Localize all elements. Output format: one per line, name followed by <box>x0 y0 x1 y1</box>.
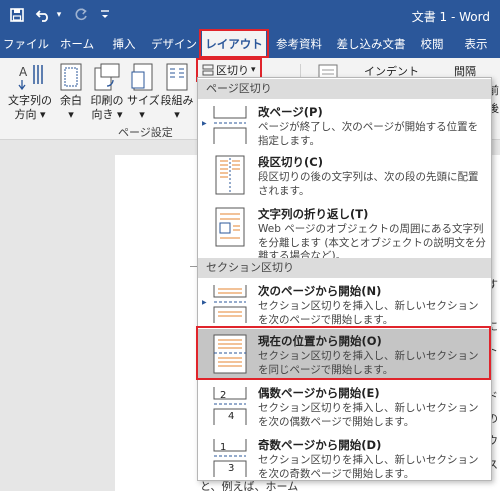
title-bar: ▾ 文書 1 - Word <box>0 0 500 30</box>
page-setup-group-label: ページ設定 <box>118 126 173 139</box>
tab-home[interactable]: ホーム <box>54 30 100 58</box>
next-page-title: 次のページから開始(N) <box>258 284 382 298</box>
even-page-section-icon: 24 <box>213 387 247 425</box>
menu-item-text-wrapping[interactable]: 文字列の折り返し(T) Web ページのオブジェクトの周囲にある文字列を分離しま… <box>198 202 491 262</box>
page-break-icon <box>213 106 247 144</box>
save-icon[interactable] <box>8 6 26 24</box>
orientation-icon <box>94 63 120 91</box>
breaks-dropdown-menu: ページ区切り ▶ 改ページ(P) ページが終了し、次のページが開始する位置を指定… <box>197 77 492 481</box>
breaks-caret-icon: ▾ <box>251 65 256 75</box>
tab-file[interactable]: ファイル <box>0 30 52 58</box>
tab-review[interactable]: 校閲 <box>412 30 452 58</box>
tab-mailings[interactable]: 差し込み文書 <box>334 30 408 58</box>
menu-item-even-page[interactable]: 24 偶数ページから開始(E) セクション区切りを挿入し、新しいセクションを次の… <box>198 381 491 431</box>
text-direction-icon: A <box>18 65 43 91</box>
column-break-title: 段区切り(C) <box>258 155 323 169</box>
tab-references[interactable]: 参考資料 <box>270 30 328 58</box>
margins-button[interactable]: 余白 ▾ <box>56 62 86 122</box>
window-title: 文書 1 - Word <box>411 10 490 24</box>
section-header-page-breaks: ページ区切り <box>198 79 491 99</box>
size-button[interactable]: サイズ ▾ <box>127 62 160 122</box>
next-page-section-icon <box>213 285 247 323</box>
continuous-description: セクション区切りを挿入し、新しいセクションを同じページで開始します。 <box>258 350 479 376</box>
redo-icon[interactable] <box>72 6 90 24</box>
orientation-label-1: 印刷の <box>90 94 124 107</box>
page-break-title: 改ページ(P) <box>258 105 323 119</box>
text-direction-label-2: 方向 ▾ <box>14 108 46 121</box>
column-break-icon <box>215 155 245 195</box>
arrow-marker-icon: ▶ <box>202 299 207 306</box>
even-page-number-a: 2 <box>220 390 226 401</box>
tab-layout[interactable]: レイアウト <box>202 30 266 58</box>
odd-page-section-icon: 13 <box>213 439 247 477</box>
customize-toolbar-icon[interactable] <box>98 6 112 24</box>
text-wrapping-icon <box>215 207 245 247</box>
columns-button[interactable]: 段組み ▾ <box>159 62 195 122</box>
menu-item-continuous[interactable]: 現在の位置から開始(O) セクション区切りを挿入し、新しいセクションを同じページ… <box>198 329 491 379</box>
menu-item-column-break[interactable]: 段区切り(C) 段区切りの後の文字列は、次の段の先頭に配置されます。 <box>198 150 491 200</box>
text-direction-label-1: 文字列の <box>8 94 52 107</box>
menu-item-page-break[interactable]: ▶ 改ページ(P) ページが終了し、次のページが開始する位置を指定します。 <box>198 100 491 148</box>
size-icon <box>131 63 153 91</box>
tab-design[interactable]: デザイン <box>148 30 200 58</box>
page-break-description: ページが終了し、次のページが開始する位置を指定します。 <box>258 121 479 147</box>
undo-dropdown-icon[interactable]: ▾ <box>54 6 64 24</box>
column-break-description: 段区切りの後の文字列は、次の段の先頭に配置されます。 <box>258 171 479 197</box>
columns-icon <box>166 63 188 91</box>
size-label-1: サイズ <box>127 94 160 107</box>
svg-text:A: A <box>19 65 28 79</box>
text-direction-button[interactable]: A 文字列の 方向 ▾ <box>4 62 56 122</box>
margins-label-1: 余白 <box>60 94 82 107</box>
margins-icon <box>60 63 82 91</box>
odd-page-number-a: 1 <box>220 442 226 453</box>
tab-insert[interactable]: 挿入 <box>104 30 144 58</box>
margins-label-2: ▾ <box>68 108 74 121</box>
columns-label-2: ▾ <box>174 108 180 121</box>
menu-item-odd-page[interactable]: 13 奇数ページから開始(D) セクション区切りを挿入し、新しいセクションを次の… <box>198 433 491 481</box>
odd-page-title: 奇数ページから開始(D) <box>258 438 382 452</box>
odd-page-number-b: 3 <box>228 463 234 474</box>
text-wrapping-title: 文字列の折り返し(T) <box>258 207 369 221</box>
breaks-icon <box>202 64 214 76</box>
section-header-section-breaks: セクション区切り <box>198 258 491 278</box>
breaks-label: 区切り <box>216 64 249 77</box>
even-page-description: セクション区切りを挿入し、新しいセクションを次の偶数ページで開始します。 <box>258 402 479 428</box>
even-page-title: 偶数ページから開始(E) <box>258 386 380 400</box>
orientation-label-2: 向き ▾ <box>91 108 123 121</box>
odd-page-description: セクション区切りを挿入し、新しいセクションを次の奇数ページで開始します。 <box>258 454 479 480</box>
columns-label-1: 段組み <box>160 94 194 107</box>
continuous-section-icon <box>213 334 247 374</box>
tab-view[interactable]: 表示 <box>456 30 496 58</box>
undo-icon[interactable] <box>34 6 52 24</box>
even-page-number-b: 4 <box>228 411 234 422</box>
menu-item-next-page[interactable]: ▶ 次のページから開始(N) セクション区切りを挿入し、新しいセクションを次のペ… <box>198 279 491 327</box>
next-page-description: セクション区切りを挿入し、新しいセクションを次のページで開始します。 <box>258 300 479 326</box>
continuous-title: 現在の位置から開始(O) <box>258 334 382 348</box>
size-label-2: ▾ <box>139 108 145 121</box>
arrow-marker-icon: ▶ <box>202 120 207 127</box>
ribbon-tab-bar: ファイル ホーム 挿入 デザイン レイアウト 参考資料 差し込み文書 校閲 表示 <box>0 30 500 58</box>
orientation-button[interactable]: 印刷の 向き ▾ <box>88 62 126 122</box>
